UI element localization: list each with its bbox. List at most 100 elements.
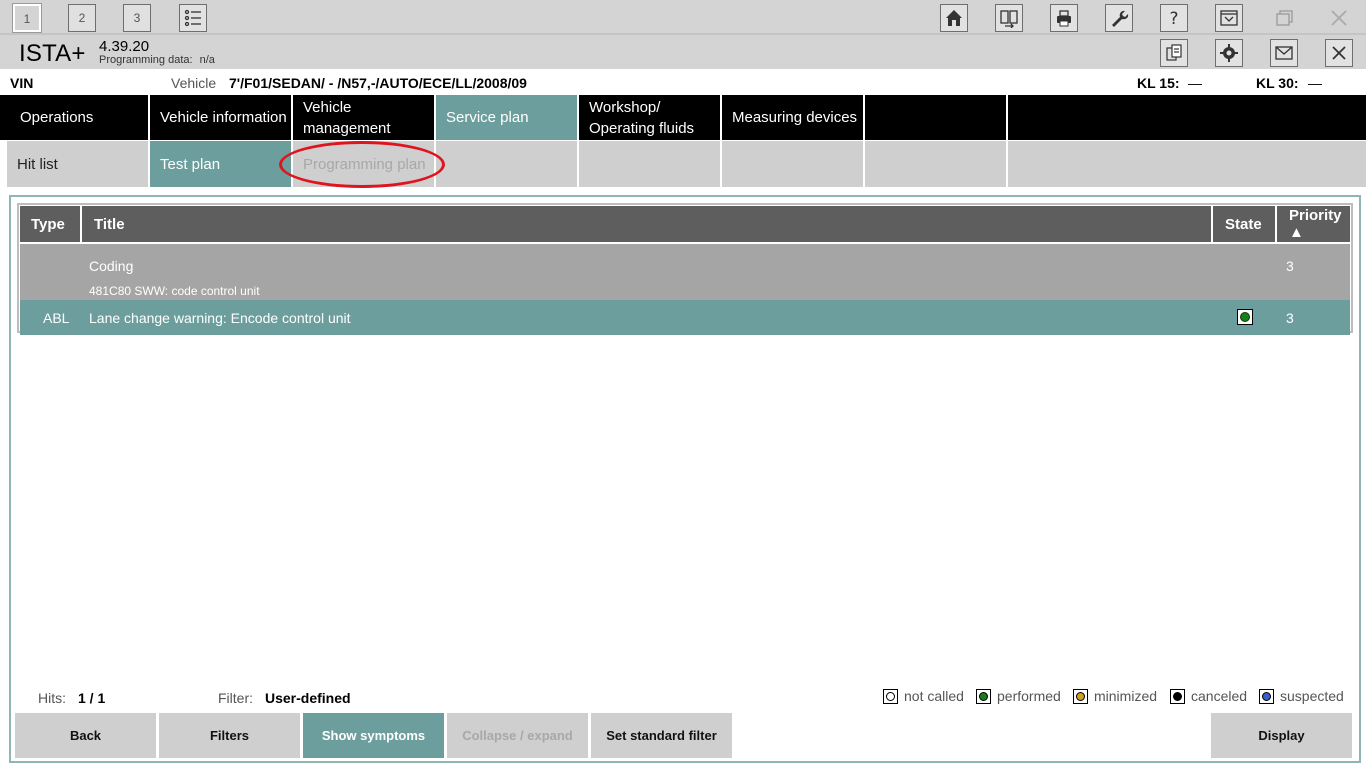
print-icon[interactable] bbox=[1050, 4, 1078, 32]
state-performed-indicator bbox=[1237, 309, 1253, 325]
suspected-icon bbox=[1259, 688, 1274, 704]
collapse-expand-button-label: Collapse / expand bbox=[462, 728, 573, 743]
subtab-empty-3 bbox=[722, 141, 865, 187]
canceled-icon bbox=[1170, 688, 1185, 704]
swap-icon[interactable] bbox=[995, 4, 1023, 32]
kl15-label: KL 15: bbox=[1137, 75, 1180, 91]
tab-service-plan-label: Service plan bbox=[446, 109, 529, 126]
legend-canceled: canceled bbox=[1170, 688, 1247, 704]
tab-workshop-label: Workshop/ Operating fluids bbox=[589, 98, 695, 137]
legend-performed: performed bbox=[976, 688, 1061, 704]
column-header-state[interactable]: State bbox=[1213, 206, 1277, 242]
legend-not-called: not called bbox=[883, 688, 964, 704]
app-header: ISTA+ 4.39.20 Programming data: n/a bbox=[0, 35, 1366, 69]
sub-navigation: Hit list Test plan Programming plan bbox=[7, 141, 1366, 187]
table-row[interactable]: ABL Lane change warning: Encode control … bbox=[20, 300, 1350, 335]
mail-icon[interactable] bbox=[1270, 39, 1298, 67]
workspace-tab-2[interactable]: 2 bbox=[68, 4, 96, 32]
svg-text:?: ? bbox=[1169, 9, 1178, 28]
not-called-icon bbox=[883, 688, 898, 704]
subtab-test-plan-label: Test plan bbox=[160, 155, 221, 173]
filter-label: Filter: bbox=[218, 690, 253, 706]
list-icon[interactable] bbox=[179, 4, 207, 32]
tab-vehicle-information[interactable]: Vehicle information bbox=[150, 95, 293, 140]
workspace-tab-1[interactable]: 1 bbox=[12, 3, 42, 33]
row-title: Lane change warning: Encode control unit bbox=[89, 310, 351, 326]
legend-suspected-label: suspected bbox=[1280, 688, 1344, 704]
vin-label: VIN bbox=[10, 75, 34, 91]
programming-data: Programming data: n/a bbox=[99, 54, 215, 66]
subtab-test-plan[interactable]: Test plan bbox=[150, 141, 293, 187]
close-icon[interactable] bbox=[1325, 39, 1353, 67]
legend-canceled-label: canceled bbox=[1191, 688, 1248, 704]
subtab-empty-1 bbox=[436, 141, 579, 187]
hits-value: 1 / 1 bbox=[78, 690, 106, 706]
tab-measuring-devices-label: Measuring devices bbox=[732, 109, 858, 126]
gear-icon[interactable] bbox=[1215, 39, 1243, 67]
top-toolbar: 1 2 3 ? bbox=[0, 0, 1366, 35]
collapse-expand-button[interactable]: Collapse / expand bbox=[447, 713, 588, 758]
row-priority: 3 bbox=[1286, 258, 1294, 274]
tab-empty bbox=[865, 95, 1008, 140]
subtab-programming-plan[interactable]: Programming plan bbox=[293, 141, 436, 187]
filters-button[interactable]: Filters bbox=[159, 713, 300, 758]
tab-vehicle-management-label: Vehicle management bbox=[303, 98, 391, 137]
programming-data-value: n/a bbox=[199, 54, 215, 66]
tab-service-plan[interactable]: Service plan bbox=[436, 95, 579, 140]
help-icon[interactable]: ? bbox=[1160, 4, 1188, 32]
app-version: 4.39.20 bbox=[99, 38, 150, 55]
legend-minimized: minimized bbox=[1073, 688, 1157, 704]
column-header-priority[interactable]: Priority ▲ bbox=[1277, 206, 1350, 242]
main-navigation: Operations Vehicle information Vehicle m… bbox=[0, 95, 1366, 140]
set-standard-filter-button[interactable]: Set standard filter bbox=[591, 713, 732, 758]
table-header: Type Title State Priority ▲ bbox=[20, 206, 1350, 242]
row-subtitle: 481C80 SWW: code control unit bbox=[89, 284, 260, 298]
show-symptoms-button-label: Show symptoms bbox=[321, 728, 426, 743]
content-frame: Type Title State Priority ▲ Coding 481C8… bbox=[9, 195, 1361, 763]
legend-performed-label: performed bbox=[997, 688, 1061, 704]
subtab-programming-plan-label: Programming plan bbox=[303, 155, 426, 173]
tab-operations-label: Operations bbox=[20, 109, 94, 126]
tab-operations[interactable]: Operations bbox=[0, 95, 150, 140]
minimize-icon[interactable] bbox=[1215, 4, 1243, 32]
vehicle-info-bar: VIN Vehicle 7'/F01/SEDAN/ - /N57,-/AUTO/… bbox=[0, 69, 1366, 95]
column-header-type[interactable]: Type bbox=[20, 206, 82, 242]
subtab-hit-list[interactable]: Hit list bbox=[7, 141, 150, 187]
subtab-empty-4 bbox=[865, 141, 1008, 187]
column-priority-label: Priority ▲ bbox=[1289, 207, 1342, 241]
app-title: ISTA+ bbox=[19, 40, 86, 67]
table-row[interactable]: Coding 481C80 SWW: code control unit 3 bbox=[20, 244, 1350, 300]
legend-minimized-label: minimized bbox=[1094, 688, 1158, 704]
home-icon[interactable] bbox=[940, 4, 968, 32]
row-type: ABL bbox=[43, 310, 70, 326]
subtab-empty-5 bbox=[1008, 141, 1366, 187]
show-symptoms-button[interactable]: Show symptoms bbox=[303, 713, 444, 758]
row-title: Coding bbox=[89, 258, 134, 274]
documents-icon[interactable] bbox=[1160, 39, 1188, 67]
tab-vehicle-management[interactable]: Vehicle management bbox=[293, 95, 436, 140]
subtab-empty-2 bbox=[579, 141, 722, 187]
workspace-tab-3[interactable]: 3 bbox=[123, 4, 151, 32]
legend-suspected: suspected bbox=[1259, 688, 1344, 704]
close-window-icon[interactable] bbox=[1325, 4, 1353, 32]
vehicle-value: 7'/F01/SEDAN/ - /N57,-/AUTO/ECE/LL/2008/… bbox=[229, 75, 527, 91]
performed-icon bbox=[976, 688, 991, 704]
kl30-value: — bbox=[1308, 75, 1322, 91]
minimized-icon bbox=[1073, 688, 1088, 704]
performed-dot bbox=[1240, 312, 1250, 322]
filter-value: User-defined bbox=[265, 690, 351, 706]
back-button-label: Back bbox=[69, 728, 102, 743]
display-button[interactable]: Display bbox=[1211, 713, 1352, 758]
hits-label: Hits: bbox=[38, 690, 66, 706]
kl30-label: KL 30: bbox=[1256, 75, 1299, 91]
column-state-label: State bbox=[1225, 215, 1262, 233]
wrench-icon[interactable] bbox=[1105, 4, 1133, 32]
back-button[interactable]: Back bbox=[15, 713, 156, 758]
tab-measuring-devices[interactable]: Measuring devices bbox=[722, 95, 865, 140]
restore-icon[interactable] bbox=[1270, 4, 1298, 32]
vehicle-label: Vehicle bbox=[171, 75, 217, 91]
column-header-title[interactable]: Title bbox=[82, 206, 1213, 242]
tab-workshop-operating-fluids[interactable]: Workshop/ Operating fluids bbox=[579, 95, 722, 140]
filters-button-label: Filters bbox=[209, 728, 249, 743]
row-priority: 3 bbox=[1286, 310, 1294, 326]
